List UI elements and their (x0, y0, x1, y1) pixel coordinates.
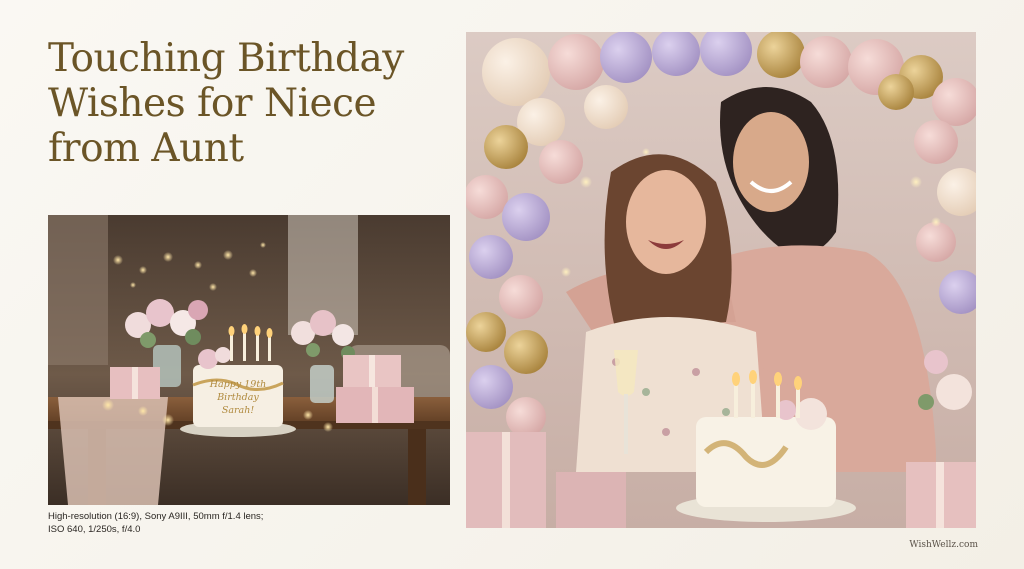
birthday-table-photo: Happy 19th Birthday Sarah! (48, 215, 450, 505)
caption-line-2: ISO 640, 1/250s, f/4.0 (48, 524, 141, 535)
title-line-3: from Aunt (48, 126, 244, 171)
page-title: Touching Birthday Wishes for Niece from … (48, 36, 468, 171)
photo-caption: High-resolution (16:9), Sony A9III, 50mm… (48, 510, 348, 536)
page-canvas: Touching Birthday Wishes for Niece from … (0, 0, 1024, 569)
aunt-niece-illustration (466, 32, 976, 528)
birthday-table-illustration: Happy 19th Birthday Sarah! (48, 215, 450, 505)
title-line-2: Wishes for Niece (48, 81, 377, 126)
cake-text-line-3: Sarah! (222, 405, 254, 416)
site-watermark: WishWellz.com (909, 540, 978, 550)
caption-line-1: High-resolution (16:9), Sony A9III, 50mm… (48, 511, 264, 522)
cake-text-line-2: Birthday (216, 392, 259, 403)
title-line-1: Touching Birthday (48, 36, 404, 81)
cake-text-line-1: Happy 19th (209, 379, 267, 390)
aunt-niece-photo (466, 32, 976, 528)
